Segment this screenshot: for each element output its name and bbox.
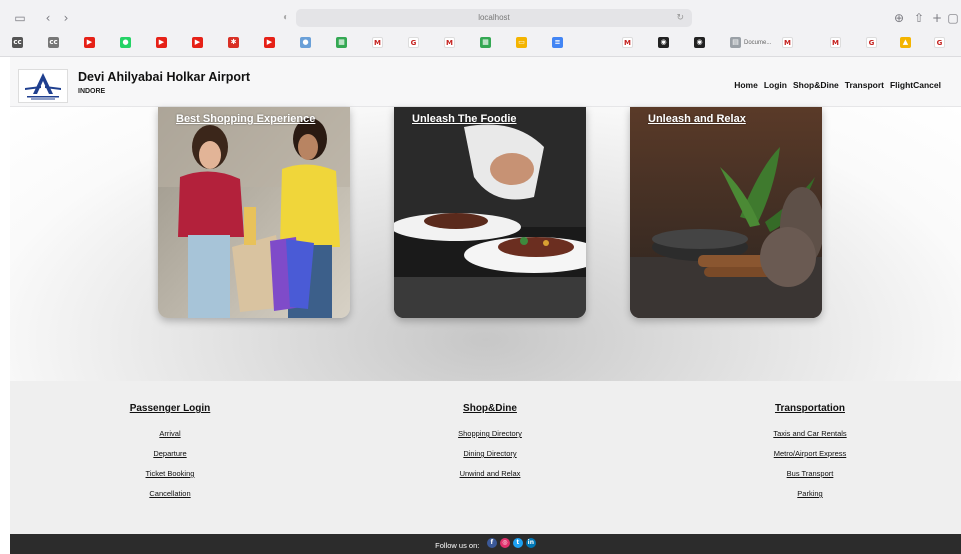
site-subtitle: INDORE <box>78 88 106 95</box>
linkedin-icon[interactable]: in <box>525 537 536 548</box>
nav-home[interactable]: Home <box>734 80 758 90</box>
tab-overview-icon[interactable]: ▢ <box>945 10 961 26</box>
whatsapp-icon: ● <box>120 37 131 48</box>
sheets-icon: ▦ <box>336 37 347 48</box>
youtube-icon: ▶ <box>156 37 167 48</box>
gmail-icon: M <box>372 37 383 48</box>
site-title: Devi Ahilyabai Holkar Airport <box>78 70 251 84</box>
nav-transport[interactable]: Transport <box>845 80 884 90</box>
footer-link-parking[interactable]: Parking <box>690 488 930 508</box>
browser-toolbar: ▭ ‹ › ◐ localhost ↻ ⊕ ⇧ + ▢ <box>0 6 961 30</box>
footer-link-bus[interactable]: Bus Transport <box>690 468 930 488</box>
follow-label: Follow us on: <box>435 540 480 550</box>
card-relax-title[interactable]: Unleash and Relax <box>648 113 746 125</box>
social-bar: Follow us on: f ◎ t in <box>10 534 961 554</box>
airport-authority-logo[interactable] <box>18 69 68 103</box>
footer-link-taxis[interactable]: Taxis and Car Rentals <box>690 428 930 448</box>
privacy-shield-icon[interactable]: ◐ <box>279 10 293 26</box>
card-shopping[interactable]: Best Shopping Experience <box>158 107 350 318</box>
footer-link-ticket-booking[interactable]: Ticket Booking <box>50 468 290 488</box>
nav-login[interactable]: Login <box>764 80 787 90</box>
github-icon: ◉ <box>658 37 669 48</box>
main-nav: Home Login Shop&Dine Transport FlightCan… <box>734 80 941 90</box>
github-icon: ◉ <box>694 37 705 48</box>
airport-logo-icon <box>19 70 67 102</box>
card-foodie[interactable]: Unleash The Foodie <box>394 107 586 318</box>
back-icon[interactable]: ‹ <box>40 10 56 26</box>
google-icon: G <box>408 37 419 48</box>
document-icon: ▤ <box>730 37 741 48</box>
bookmark-label: Docume... <box>744 40 772 46</box>
relax-photo <box>630 107 822 318</box>
sheets-icon: ▦ <box>480 37 491 48</box>
gmail-icon: M <box>622 37 633 48</box>
instagram-icon[interactable]: ◎ <box>499 537 510 548</box>
foodie-photo <box>394 107 586 318</box>
google-icon: G <box>934 37 945 48</box>
gear-icon: ✱ <box>228 37 239 48</box>
slides-icon: ▭ <box>516 37 527 48</box>
footer-heading-shop-dine[interactable]: Shop&Dine <box>370 403 610 414</box>
bookmarks-bar: cc cc ▶ ● ▶ ▶ ✱ ▶ ● ▦ M G M ▦ ▭ ≡ M ◉ ◉ ▤ Docume... M M G ▲ G <box>10 35 960 51</box>
footer-column-shop-dine: Shop&Dine Shopping Directory Dining Dire… <box>370 403 610 488</box>
youtube-icon: ▶ <box>192 37 203 48</box>
gmail-icon: M <box>444 37 455 48</box>
cc-icon: cc <box>12 37 23 48</box>
footer-link-arrival[interactable]: Arrival <box>50 428 290 448</box>
footer-links: Passenger Login Arrival Departure Ticket… <box>10 381 961 534</box>
footer-link-departure[interactable]: Departure <box>50 448 290 468</box>
footer-column-transportation: Transportation Taxis and Car Rentals Met… <box>690 403 930 508</box>
sidebar-toggle-icon[interactable]: ▭ <box>12 10 28 26</box>
google-icon: G <box>866 37 877 48</box>
address-bar[interactable]: localhost ↻ <box>296 9 692 27</box>
cc-icon: cc <box>48 37 59 48</box>
site-header: Devi Ahilyabai Holkar Airport INDORE Hom… <box>10 57 961 107</box>
card-shopping-title[interactable]: Best Shopping Experience <box>176 113 315 125</box>
shopping-photo <box>158 107 350 318</box>
card-foodie-title[interactable]: Unleash The Foodie <box>412 113 517 125</box>
nav-flight-cancel[interactable]: FlightCancel <box>890 80 941 90</box>
forward-icon[interactable]: › <box>58 10 74 26</box>
footer-link-dining-directory[interactable]: Dining Directory <box>370 448 610 468</box>
dot-icon: ● <box>300 37 311 48</box>
footer-link-shopping-directory[interactable]: Shopping Directory <box>370 428 610 448</box>
nav-shop-dine[interactable]: Shop&Dine <box>793 80 839 90</box>
drive-icon: ▲ <box>900 37 911 48</box>
card-relax[interactable]: Unleash and Relax <box>630 107 822 318</box>
reload-icon[interactable]: ↻ <box>676 9 684 27</box>
footer-column-passenger-login: Passenger Login Arrival Departure Ticket… <box>50 403 290 508</box>
new-tab-icon[interactable]: + <box>929 10 945 26</box>
browser-chrome: ▭ ‹ › ◐ localhost ↻ ⊕ ⇧ + ▢ cc cc ▶ ● ▶ ▶ ✱ ▶ ● ▦… <box>0 0 961 57</box>
gmail-icon: M <box>782 37 793 48</box>
address-bar-url: localhost <box>478 13 510 22</box>
docs-icon: ≡ <box>552 37 563 48</box>
download-icon[interactable]: ⊕ <box>891 10 907 26</box>
footer-heading-transportation[interactable]: Transportation <box>690 403 930 414</box>
share-icon[interactable]: ⇧ <box>911 10 927 26</box>
footer-heading-passenger-login[interactable]: Passenger Login <box>50 403 290 414</box>
hero-section: Best Shopping Experience Unleash The Foo… <box>10 107 961 381</box>
footer-link-unwind-relax[interactable]: Unwind and Relax <box>370 468 610 488</box>
gmail-icon: M <box>830 37 841 48</box>
twitter-icon[interactable]: t <box>512 537 523 548</box>
youtube-icon: ▶ <box>264 37 275 48</box>
footer-link-metro[interactable]: Metro/Airport Express <box>690 448 930 468</box>
footer-link-cancellation[interactable]: Cancellation <box>50 488 290 508</box>
youtube-icon: ▶ <box>84 37 95 48</box>
facebook-icon[interactable]: f <box>486 537 497 548</box>
